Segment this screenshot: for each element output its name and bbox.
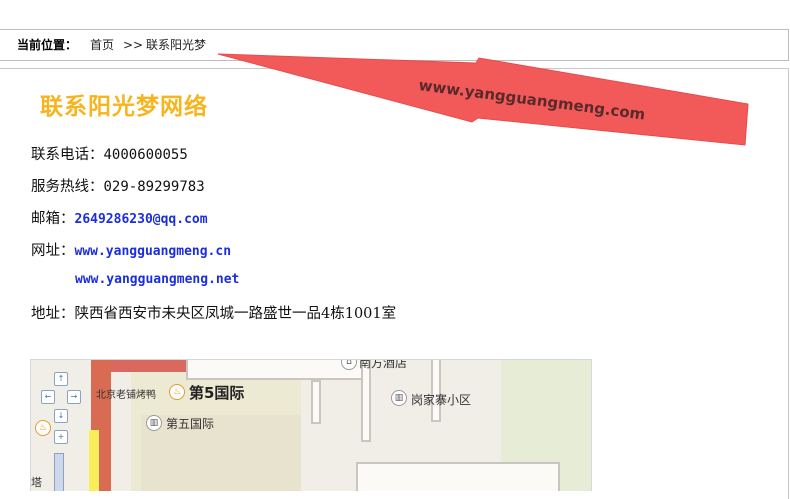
- pan-down-icon[interactable]: ↓: [54, 409, 68, 423]
- email-label: 邮箱：: [31, 211, 75, 227]
- residential-marker-icon[interactable]: ▥: [391, 390, 407, 406]
- map-label-restaurant: 北京老铺烤鸭: [96, 390, 156, 401]
- hotline-value: 029-89299783: [103, 179, 205, 195]
- breadcrumb-separator: >>: [123, 38, 144, 52]
- address-value: 陕西省西安市未央区凤城一路盛世一品4栋1001室: [74, 306, 397, 322]
- phone-value: 4000600055: [103, 147, 188, 163]
- map-label-residential: 岗家寨小区: [411, 393, 472, 407]
- pan-right-icon[interactable]: →: [67, 390, 81, 404]
- address-label: 地址：: [31, 306, 75, 322]
- hotline-line: 服务热线：029-89299783: [31, 175, 205, 196]
- page-title: 联系阳光梦网络: [40, 94, 208, 120]
- map-road: [361, 360, 371, 442]
- website-line: 网址：www.yangguangmeng.cn: [31, 239, 231, 260]
- map-label-hotel: 南方酒店: [359, 359, 408, 370]
- map-label-small: 第五国际: [166, 417, 215, 431]
- website-label: 网址：: [31, 243, 75, 259]
- breadcrumb-current-link[interactable]: 联系阳光梦: [146, 30, 206, 60]
- map-secondary-road: [89, 430, 99, 491]
- pan-up-icon[interactable]: ↑: [54, 372, 68, 386]
- location-map[interactable]: ⌂ 南方酒店 ♨ 北京老铺烤鸭 第5国际 ▥ 第五国际 ▥ 岗家寨小区 ♨ 塔 …: [30, 359, 592, 491]
- website-line-2: www.yangguangmeng.net: [75, 271, 239, 287]
- website-link-cn[interactable]: www.yangguangmeng.cn: [75, 244, 232, 259]
- map-road: [311, 380, 321, 424]
- breadcrumb: 当前位置： 首页 >> 联系阳光梦: [0, 29, 789, 61]
- phone-line: 联系电话：4000600055: [31, 143, 188, 164]
- restaurant-marker-icon[interactable]: ♨: [169, 384, 185, 400]
- email-line: 邮箱：2649286230@qq.com: [31, 207, 208, 228]
- map-road: [356, 462, 560, 491]
- phone-label: 联系电话：: [31, 147, 104, 163]
- building-marker-icon[interactable]: ▥: [146, 415, 162, 431]
- website-link-net[interactable]: www.yangguangmeng.net: [75, 272, 239, 287]
- zoom-in-icon[interactable]: +: [54, 430, 68, 444]
- breadcrumb-label: 当前位置：: [17, 38, 78, 52]
- map-label-big: 第5国际: [189, 384, 245, 402]
- zoom-slider[interactable]: [54, 453, 64, 491]
- pan-left-icon[interactable]: ←: [41, 390, 55, 404]
- breadcrumb-home-link[interactable]: 首页: [90, 30, 114, 60]
- map-block: [141, 415, 301, 491]
- email-link[interactable]: 2649286230@qq.com: [75, 212, 208, 227]
- address-line: 地址：陕西省西安市未央区凤城一路盛世一品4栋1001室: [31, 302, 396, 323]
- map-navigation-control[interactable]: ↑ ← → ↓ +: [39, 368, 83, 491]
- hotline-label: 服务热线：: [31, 179, 104, 195]
